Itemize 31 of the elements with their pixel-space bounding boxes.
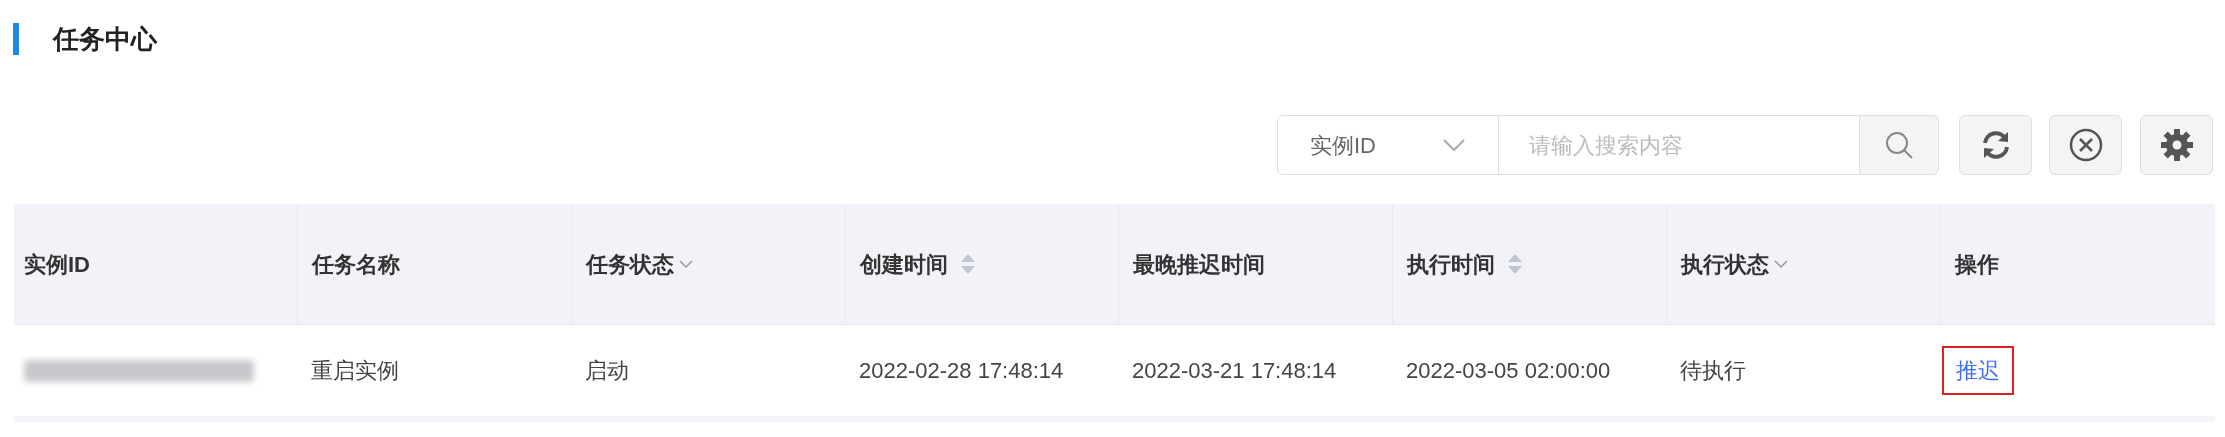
column-header: 执行时间 bbox=[1407, 250, 1495, 279]
table-cell-text: 2022-02-28 17:48:14 bbox=[859, 357, 1064, 385]
search-icon bbox=[1884, 130, 1914, 160]
column-header: 操作 bbox=[1955, 250, 1999, 279]
column-header: 任务状态 bbox=[586, 250, 674, 279]
column-header: 执行状态 bbox=[1681, 250, 1769, 279]
refresh-button[interactable] bbox=[1959, 115, 2032, 175]
table-cell-text: 重启实例 bbox=[311, 357, 399, 385]
title-accent-bar bbox=[13, 23, 19, 55]
search-button[interactable] bbox=[1859, 115, 1939, 175]
postpone-link[interactable]: 推迟 bbox=[1942, 346, 2014, 395]
chevron-down-icon bbox=[1442, 138, 1466, 152]
close-circle-icon bbox=[2068, 128, 2103, 162]
column-header: 实例ID bbox=[24, 250, 90, 279]
sort-icon[interactable] bbox=[960, 252, 976, 276]
table-cell-text: 待执行 bbox=[1680, 357, 1746, 385]
page-title: 任务中心 bbox=[53, 22, 157, 56]
column-header: 最晚推迟时间 bbox=[1133, 250, 1265, 279]
chevron-down-icon[interactable] bbox=[1773, 259, 1789, 269]
table-cell-text: 启动 bbox=[585, 357, 629, 385]
table-cell-text: 2022-03-21 17:48:14 bbox=[1132, 357, 1337, 385]
chevron-down-icon[interactable] bbox=[678, 259, 694, 269]
column-header: 任务名称 bbox=[312, 250, 400, 279]
column-header: 创建时间 bbox=[860, 250, 948, 279]
table-cell-text: 2022-03-05 02:00:00 bbox=[1406, 357, 1611, 385]
settings-button[interactable] bbox=[2140, 115, 2213, 175]
clear-button[interactable] bbox=[2049, 115, 2122, 175]
sort-icon[interactable] bbox=[1507, 252, 1523, 276]
field-select[interactable]: 实例ID bbox=[1277, 115, 1499, 175]
search-field[interactable]: 请输入搜索内容 bbox=[1499, 115, 1859, 175]
settings-icon bbox=[2159, 128, 2194, 162]
